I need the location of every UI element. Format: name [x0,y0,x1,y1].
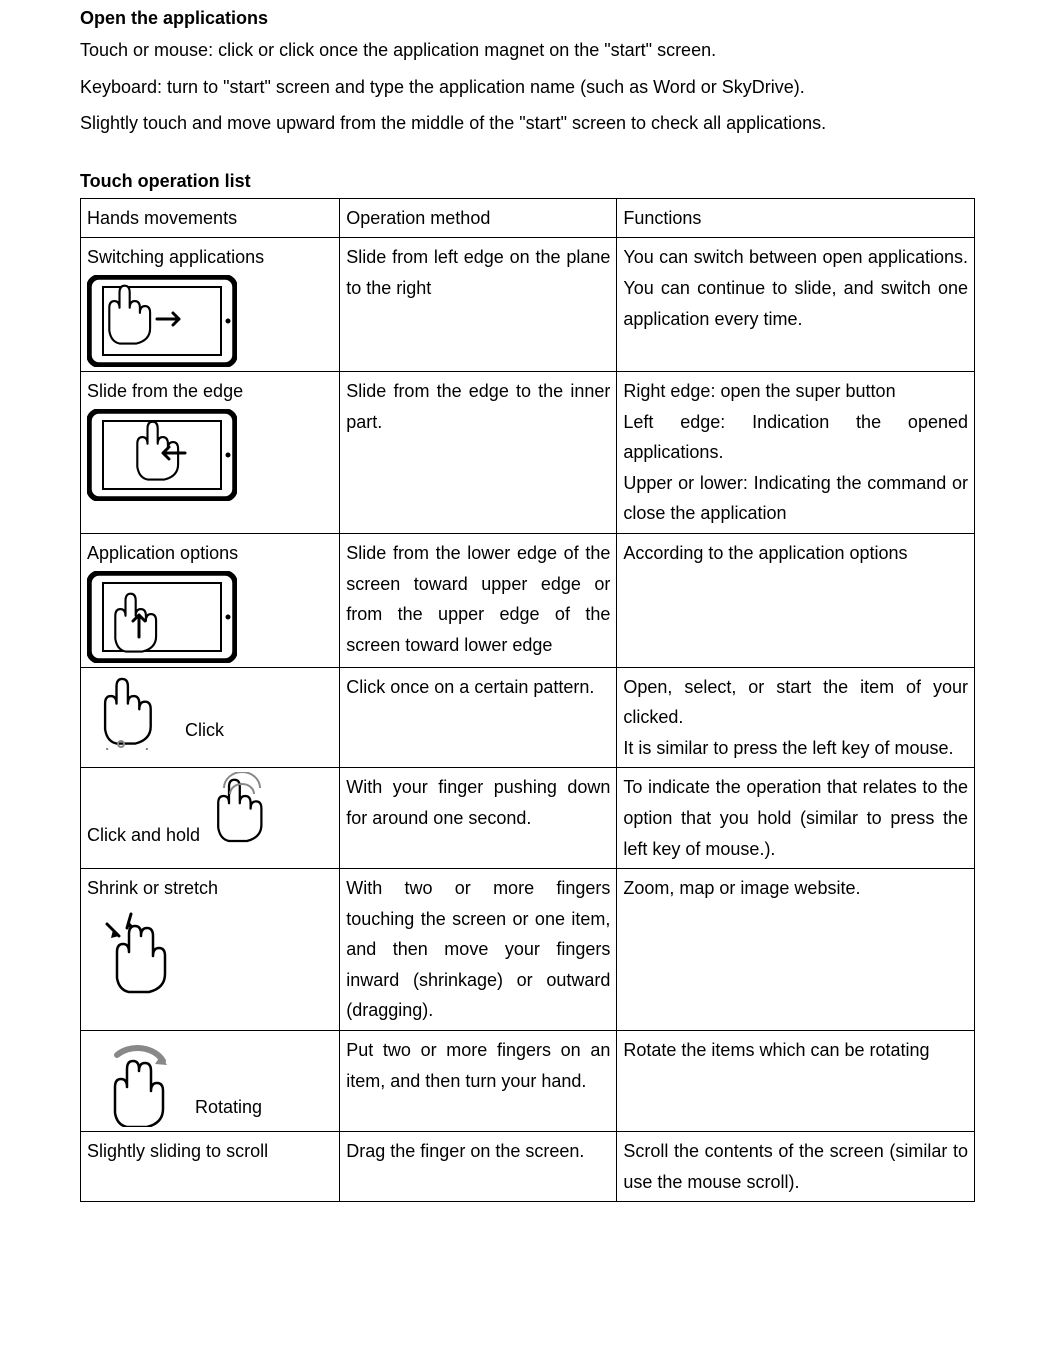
method-cell: Drag the finger on the screen. [340,1132,617,1202]
method-cell: Slide from left edge on the plane to the… [340,238,617,372]
method-cell: With two or more fingers touching the sc… [340,869,617,1031]
gesture-label: Slightly sliding to scroll [81,1132,340,1202]
gesture-label: Slide from the edge [87,376,333,407]
document-page: Open the applications Touch or mouse: cl… [0,0,1050,1202]
click-hold-icon [208,772,286,854]
header-functions: Functions [617,198,975,238]
function-cell: Zoom, map or image website. [617,869,975,1031]
rotate-icon [87,1035,187,1127]
heading-touch-list: Touch operation list [80,171,975,192]
table-row: Rotating Put two or more fingers on an i… [81,1031,975,1132]
click-icon [87,672,177,750]
header-hands: Hands movements [81,198,340,238]
slide-edge-icon [87,409,237,501]
table-row: Click and hold With your finger pushing … [81,768,975,869]
function-cell: Right edge: open the super buttonLeft ed… [617,371,975,533]
header-method: Operation method [340,198,617,238]
gesture-label: Switching applications [87,242,333,273]
method-cell: Slide from the lower edge of the screen … [340,533,617,667]
method-cell: Slide from the edge to the inner part. [340,371,617,533]
method-cell: Put two or more fingers on an item, and … [340,1031,617,1132]
function-cell: According to the application options [617,533,975,667]
method-cell: With your finger pushing down for around… [340,768,617,869]
gesture-label: Shrink or stretch [87,873,333,904]
table-row: Application options Slide from the lower… [81,533,975,667]
gesture-label: Rotating [195,1092,262,1127]
pinch-icon [87,906,197,996]
gesture-label: Click [185,715,224,750]
table-row: Switching applications Slide from left e… [81,238,975,372]
method-cell: Click once on a certain pattern. [340,667,617,768]
function-cell: Open, select, or start the item of your … [617,667,975,768]
app-options-icon [87,571,237,663]
touch-operation-table: Hands movements Operation method Functio… [80,198,975,1202]
heading-open-applications: Open the applications [80,8,975,29]
function-cell: Rotate the items which can be rotating [617,1031,975,1132]
table-row: Click Click once on a certain pattern. O… [81,667,975,768]
function-cell: To indicate the operation that relates t… [617,768,975,869]
open-paragraph-3: Slightly touch and move upward from the … [80,108,975,139]
table-header-row: Hands movements Operation method Functio… [81,198,975,238]
switching-apps-icon [87,275,237,367]
gesture-label: Click and hold [87,820,200,855]
function-cell: Scroll the contents of the screen (simil… [617,1132,975,1202]
table-row: Slightly sliding to scroll Drag the fing… [81,1132,975,1202]
table-row: Slide from the edge Slide from the edge … [81,371,975,533]
table-row: Shrink or stretch With two or more finge… [81,869,975,1031]
gesture-label: Application options [87,538,333,569]
open-paragraph-1: Touch or mouse: click or click once the … [80,35,975,66]
function-cell: You can switch between open applications… [617,238,975,372]
open-paragraph-2: Keyboard: turn to "start" screen and typ… [80,72,975,103]
